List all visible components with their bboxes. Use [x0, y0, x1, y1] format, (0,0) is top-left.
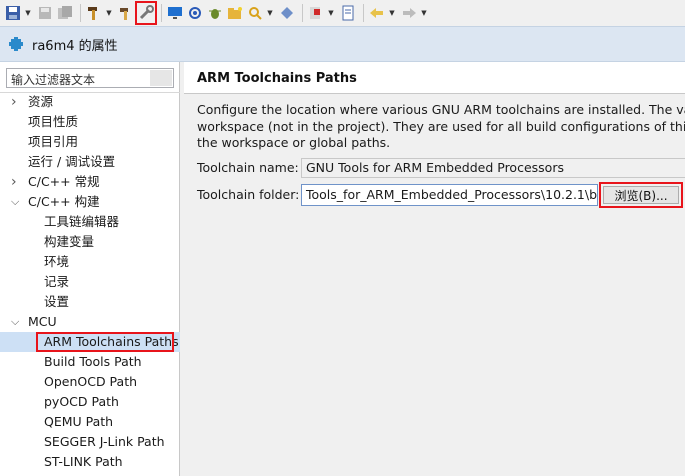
tree-item-label: MCU [28, 314, 57, 329]
chevron-right-icon[interactable]: › [11, 172, 17, 192]
filter-input[interactable]: 输入过滤器文本 [6, 68, 174, 88]
tree-item[interactable]: ARM Toolchains Paths [0, 332, 180, 352]
tree-item-label: 工具链编辑器 [44, 214, 120, 229]
tree-item-label: SEGGER J-Link Path [44, 434, 165, 449]
property-page: ARM Toolchains Paths Configure the locat… [184, 62, 685, 476]
tree-item-label: 资源 [28, 94, 54, 109]
new-folder-icon[interactable] [226, 3, 244, 23]
save-copy-icon[interactable] [56, 3, 74, 23]
tree-item[interactable]: › C/C++ 常规 [0, 172, 180, 192]
tree-item[interactable]: OpenOCD Path [0, 372, 180, 392]
tree-item[interactable]: 设置 [0, 292, 180, 312]
tree-item-label: C/C++ 构建 [28, 194, 100, 209]
display-icon[interactable] [166, 3, 184, 23]
tree-item[interactable]: › 资源 [0, 92, 180, 112]
tree-item[interactable]: 项目性质 [0, 112, 180, 132]
save-dropdown-icon[interactable]: ▼ [24, 3, 32, 23]
tree-item[interactable]: 项目引用 [0, 132, 180, 152]
debug-icon[interactable] [186, 3, 204, 23]
forward-dropdown-icon[interactable]: ▼ [420, 3, 428, 23]
tree-item[interactable]: 运行 / 调试设置 [0, 152, 180, 172]
tree-item-label: 设置 [44, 294, 70, 309]
main-toolbar: ▼ ▼ ▼ ▼ ▼ ▼ [0, 0, 685, 26]
page-title: ARM Toolchains Paths [197, 71, 357, 86]
page-header: ARM Toolchains Paths [184, 62, 685, 94]
build-icon[interactable] [85, 3, 103, 23]
tree-item-label: 环境 [44, 254, 70, 269]
description-line: Configure the location where various GNU… [197, 102, 685, 117]
project-icon [9, 37, 23, 51]
properties-icon[interactable] [135, 1, 157, 25]
tree-item[interactable]: QEMU Path [0, 412, 180, 432]
tree-item[interactable]: 工具链编辑器 [0, 212, 180, 232]
browse-button-highlight: 浏览(B)... [599, 182, 683, 208]
tree-item-label: 运行 / 调试设置 [28, 154, 116, 169]
toolbar-separator [363, 4, 364, 22]
chevron-down-icon[interactable]: ⌵ [11, 192, 19, 212]
tree-item[interactable]: 记录 [0, 272, 180, 292]
property-tree-panel: 输入过滤器文本 › 资源项目性质项目引用运行 / 调试设置 › C/C++ 常规 ⌵ C/… [0, 62, 180, 476]
tree-item-label: 项目性质 [28, 114, 79, 129]
tree-item[interactable]: Build Tools Path [0, 352, 180, 372]
tree-item-label: pyOCD Path [44, 394, 119, 409]
toolbar-separator [302, 4, 303, 22]
clear-filter-icon[interactable] [150, 70, 172, 86]
toolchain-name-label: Toolchain name: [197, 160, 299, 175]
document-icon[interactable] [339, 3, 357, 23]
save-icon[interactable] [4, 3, 22, 23]
toolbar-separator [80, 4, 81, 22]
back-icon[interactable] [368, 3, 386, 23]
tree-item[interactable]: ⌵ C/C++ 构建 [0, 192, 180, 212]
tree-item[interactable]: ST-LINK Path [0, 452, 180, 472]
chevron-right-icon[interactable]: › [11, 92, 17, 112]
description-line: workspace (not in the project). They are… [197, 118, 685, 134]
dialog-title: ra6m4 的属性 [32, 38, 118, 54]
chevron-down-icon[interactable]: ⌵ [11, 312, 19, 332]
tree-item-label: QEMU Path [44, 414, 114, 429]
build-dropdown-icon[interactable]: ▼ [105, 3, 113, 23]
tree-item[interactable]: 环境 [0, 252, 180, 272]
tree-item-label: C/C++ 常规 [28, 174, 100, 189]
browse-button[interactable]: 浏览(B)... [603, 186, 679, 204]
tree-item-label: 记录 [44, 274, 70, 289]
toolchain-name-field[interactable]: GNU Tools for ARM Embedded Processors [301, 158, 685, 178]
search-icon[interactable] [246, 3, 264, 23]
forward-icon[interactable] [400, 3, 418, 23]
filter-placeholder: 输入过滤器文本 [11, 73, 96, 87]
tree-item[interactable]: ⌵ MCU [0, 312, 180, 332]
hammer-icon[interactable] [117, 3, 135, 23]
search-dropdown-icon[interactable]: ▼ [266, 3, 274, 23]
download-icon[interactable] [307, 3, 325, 23]
selection-highlight [36, 332, 174, 352]
tree-item-label: 构建变量 [44, 234, 95, 249]
description-line: the workspace or global paths. [197, 135, 391, 150]
tree-item-label: OpenOCD Path [44, 374, 138, 389]
save-all-icon[interactable] [36, 3, 54, 23]
page-description: Configure the location where various GNU… [197, 102, 685, 152]
bug-icon[interactable] [206, 3, 224, 23]
tree-item[interactable]: pyOCD Path [0, 392, 180, 412]
download-dropdown-icon[interactable]: ▼ [327, 3, 335, 23]
navigate-icon[interactable] [278, 3, 296, 23]
tree-item[interactable]: SEGGER J-Link Path [0, 432, 180, 452]
tree-item-label: 项目引用 [28, 134, 79, 149]
dialog-titlebar: ra6m4 的属性 [0, 26, 685, 62]
toolbar-separator [161, 4, 162, 22]
toolchain-folder-label: Toolchain folder: [197, 187, 300, 202]
tree-item[interactable]: 构建变量 [0, 232, 180, 252]
tree-item-label: ST-LINK Path [44, 454, 123, 469]
toolchain-folder-field[interactable]: Tools_for_ARM_Embedded_Processors\10.2.1… [301, 184, 598, 206]
tree-item-label: Build Tools Path [44, 354, 142, 369]
back-dropdown-icon[interactable]: ▼ [388, 3, 396, 23]
property-tree: › 资源项目性质项目引用运行 / 调试设置 › C/C++ 常规 ⌵ C/C++ 构建工具… [0, 92, 180, 472]
